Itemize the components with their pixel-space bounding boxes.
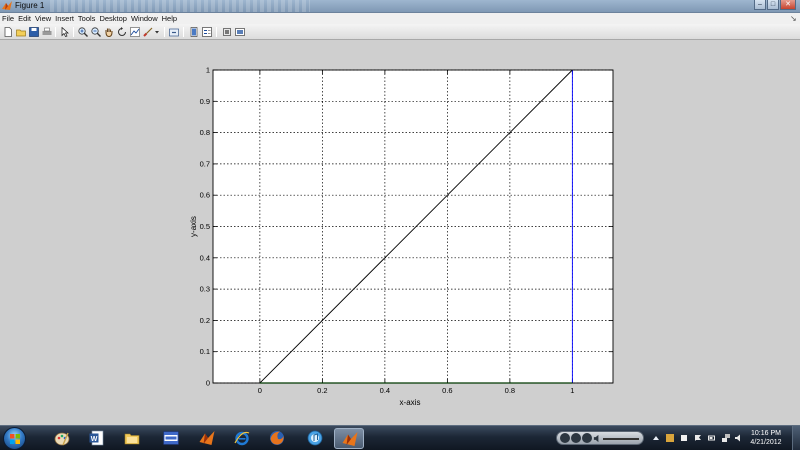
menu-tools[interactable]: Tools [76, 13, 98, 24]
menu-bar: File Edit View Insert Tools Desktop Wind… [0, 13, 800, 24]
taskbar-paint[interactable] [47, 428, 77, 449]
menu-insert[interactable]: Insert [53, 13, 76, 24]
save-icon[interactable] [29, 27, 39, 37]
taskbar-matlab-figure[interactable] [334, 428, 364, 449]
taskbar-matlab[interactable] [192, 428, 222, 449]
hide-plot-tools-icon[interactable] [222, 27, 232, 37]
chevron-down-icon[interactable] [154, 27, 160, 37]
x-tick-label: 0 [258, 386, 262, 395]
title-bar[interactable]: Figure 1 – □ ✕ [0, 0, 800, 13]
pan-hand-icon[interactable] [104, 27, 114, 37]
action-center-icon[interactable] [694, 434, 702, 442]
previous-track-button[interactable] [560, 433, 570, 443]
paint-icon [54, 432, 70, 446]
menu-view[interactable]: View [33, 13, 53, 24]
volume-icon[interactable] [593, 434, 602, 443]
x-tick-label: 0.8 [505, 386, 515, 395]
figure-toolbar [0, 24, 800, 40]
select-arrow-icon[interactable] [60, 27, 70, 37]
menu-help[interactable]: Help [160, 13, 179, 24]
zoom-out-icon[interactable] [91, 27, 101, 37]
x-tick-label: 0.4 [380, 386, 390, 395]
y-tick-label: 0.1 [200, 347, 210, 356]
firefox-icon [270, 431, 284, 445]
x-tick-label: 0.2 [317, 386, 327, 395]
print-icon[interactable] [42, 27, 52, 37]
data-cursor-icon[interactable] [130, 27, 140, 37]
minimize-button[interactable]: – [754, 0, 766, 10]
show-plot-tools-icon[interactable] [235, 27, 245, 37]
windows-taskbar: W 10:16 PM 4/21/2012 [0, 425, 800, 450]
matlab-icon [2, 1, 12, 10]
y-tick-label: 0.4 [200, 253, 210, 262]
taskbar-internet-explorer[interactable] [227, 428, 257, 449]
matlab-icon [342, 432, 358, 446]
taskbar-quiz-app[interactable] [156, 428, 186, 449]
itunes-icon [307, 430, 323, 446]
close-button[interactable]: ✕ [780, 0, 796, 10]
legend-icon[interactable] [202, 27, 212, 37]
taskbar-file-explorer[interactable] [117, 428, 147, 449]
title-bar-shadow-text [50, 0, 310, 12]
windows-logo-icon [10, 434, 20, 444]
window-title: Figure 1 [15, 1, 45, 10]
matlab-icon [199, 431, 215, 445]
svg-text:W: W [91, 436, 98, 443]
show-desktop-button[interactable] [792, 426, 800, 450]
next-track-button[interactable] [582, 433, 592, 443]
pause-button[interactable] [571, 433, 581, 443]
network-icon[interactable] [722, 434, 730, 442]
new-figure-icon[interactable] [3, 27, 13, 37]
dock-arrow-icon[interactable]: ↘ [790, 14, 798, 23]
notification-arrow-icon[interactable] [652, 434, 660, 442]
battery-icon[interactable] [708, 434, 716, 442]
y-tick-label: 0 [206, 379, 210, 388]
maximize-button[interactable]: □ [767, 0, 779, 10]
zoom-in-icon[interactable] [78, 27, 88, 37]
y-tick-label: 0.2 [200, 316, 210, 325]
tray-app-icon[interactable] [666, 434, 674, 442]
y-tick-label: 0.3 [200, 285, 210, 294]
quiz-app-icon [163, 431, 179, 445]
y-axis-label: y-axis [189, 216, 198, 237]
rotate-3d-icon[interactable] [117, 27, 127, 37]
y-tick-label: 1 [206, 66, 210, 75]
open-file-icon[interactable] [16, 27, 26, 37]
colorbar-icon[interactable] [189, 27, 199, 37]
taskbar-word[interactable]: W [82, 428, 112, 449]
menu-file[interactable]: File [0, 13, 16, 24]
y-tick-label: 0.8 [200, 128, 210, 137]
taskbar-firefox[interactable] [262, 428, 292, 449]
speaker-icon[interactable] [735, 434, 743, 442]
system-clock[interactable]: 10:16 PM 4/21/2012 [748, 429, 784, 447]
file-explorer-icon [124, 433, 140, 445]
line-plot[interactable]: 0 0.2 0.4 0.6 0.8 1 0 0.1 0.2 0.3 0.4 0.5 0.6 0.7 0.8 0… [0, 41, 800, 425]
x-axis-label: x-axis [400, 398, 421, 407]
y-tick-label: 0.7 [200, 159, 210, 168]
internet-explorer-icon [234, 431, 250, 446]
figure-window: Figure 1 – □ ✕ File Edit View Insert Too… [0, 0, 800, 425]
menu-window[interactable]: Window [129, 13, 160, 24]
word-icon: W [89, 430, 104, 446]
figure-canvas: 0 0.2 0.4 0.6 0.8 1 0 0.1 0.2 0.3 0.4 0.5 0.6 0.7 0.8 0… [0, 41, 800, 425]
tray-device-icon[interactable] [680, 434, 688, 442]
y-tick-label: 0.9 [200, 97, 210, 106]
menu-desktop[interactable]: Desktop [97, 13, 129, 24]
x-tick-label: 0.6 [442, 386, 452, 395]
y-tick-label: 0.6 [200, 191, 210, 200]
link-plot-icon[interactable] [169, 27, 179, 37]
start-button[interactable] [3, 427, 26, 450]
menu-edit[interactable]: Edit [16, 13, 33, 24]
media-player-toolbar [556, 431, 644, 445]
x-tick-label: 1 [570, 386, 574, 395]
brush-icon[interactable] [143, 27, 153, 37]
volume-slider[interactable] [603, 438, 639, 440]
clock-time: 10:16 PM [751, 430, 781, 437]
taskbar-itunes[interactable] [300, 428, 330, 449]
y-tick-label: 0.5 [200, 222, 210, 231]
clock-date: 4/21/2012 [750, 439, 782, 446]
